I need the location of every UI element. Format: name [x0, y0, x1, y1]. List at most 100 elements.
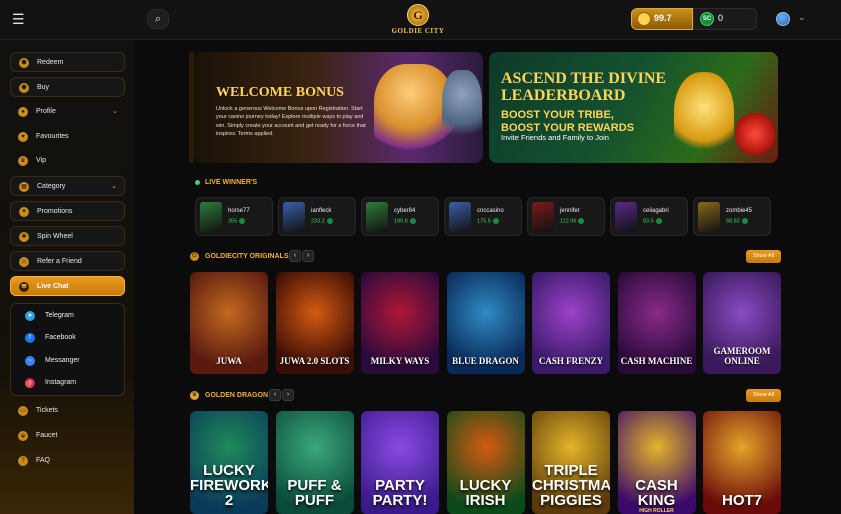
golden-dragon-next-button[interactable]: › [282, 389, 294, 401]
winner-amount: 175.5 [477, 218, 499, 224]
winner-amount-value: 355 [228, 218, 238, 225]
sidebar-item-label: Tickets [36, 407, 58, 414]
game-tile[interactable]: MILKY WAYS [361, 272, 439, 374]
sweeps-coin-icon [578, 218, 585, 224]
redeem-icon: ⬢ [19, 58, 29, 68]
winner-card[interactable]: celiagabri 83.5 [610, 197, 688, 236]
game-tile[interactable]: CASH MACHINE [617, 272, 696, 374]
sidebar-item-label: Faucet [36, 432, 58, 439]
sweeps-coin-icon [492, 218, 499, 224]
sidebar-item-label: FAQ [36, 457, 51, 464]
game-tile[interactable]: CASH KING HIGH ROLLER [617, 411, 696, 514]
menu-icon[interactable]: ☰ [12, 11, 30, 27]
winner-amount-value: 112.06 [560, 218, 577, 225]
game-tile[interactable]: LUCKY FIREWORKS 2 [190, 411, 268, 514]
winner-amount-value: 190.6 [394, 218, 408, 225]
originals-prev-button[interactable]: ‹ [289, 250, 301, 262]
search-button[interactable]: ⌕ [147, 9, 169, 29]
sidebar-item-label: Category [37, 183, 66, 190]
originals-show-all-button[interactable]: Show All [746, 250, 781, 263]
sidebar-item-vip[interactable]: ♛ Vip [10, 151, 125, 171]
game-tile[interactable]: TRIPLE CHRISTMAS PIGGIES [532, 411, 610, 514]
game-tile[interactable]: GAMEROOM ONLINE [703, 272, 781, 374]
winner-card[interactable]: cyber84 190.6 [361, 197, 439, 236]
winner-game-thumbnail [698, 202, 720, 232]
game-subtitle: HIGH ROLLER [639, 508, 674, 514]
game-tile[interactable]: HOT7 [703, 411, 781, 514]
originals-title: GOLDIECITY ORIGINALS [205, 253, 289, 260]
sidebar-item-refer-friend[interactable]: ☺ Refer a Friend [10, 251, 125, 271]
leaderboard-title-line2: LEADERBOARD [501, 87, 626, 104]
instagram-label: Instagram [45, 379, 77, 386]
game-tile[interactable]: LUCKY IRISH [446, 411, 525, 514]
winner-amount: 83.5 [643, 218, 662, 224]
welcome-bonus-title: WELCOME BONUS [216, 85, 344, 100]
search-icon: ⌕ [154, 13, 162, 25]
sidebar-item-faq[interactable]: ? FAQ [10, 451, 125, 471]
wheel-icon: ✺ [19, 232, 29, 242]
sidebar-item-tickets[interactable]: ▭ Tickets [10, 401, 125, 421]
sidebar-item-profile[interactable]: ● Profile ⌄ [10, 102, 125, 122]
sidebar-item-spin-wheel[interactable]: ✺ Spin Wheel [10, 226, 125, 246]
winner-name: ianfleck [311, 208, 332, 214]
messenger-icon: ~ [25, 356, 35, 366]
golden-dragon-prev-button[interactable]: ‹ [269, 389, 281, 401]
leaderboard-subtitle-line1: BOOST YOUR TRIBE, [501, 109, 614, 121]
game-title: PUFF & PUFF [287, 477, 342, 509]
logo[interactable]: G GOLDIE CITY [388, 2, 448, 38]
game-title: LUCKY FIREWORKS 2 [190, 462, 268, 509]
sidebar-item-buy[interactable]: ⬢ Buy [10, 77, 125, 97]
messenger-link[interactable]: ~ Messanger [11, 351, 126, 371]
winner-card[interactable]: zombie45 68.82 [693, 197, 771, 236]
winner-game-thumbnail [615, 202, 637, 232]
leaderboard-invite: Invite Friends and Family to Join [501, 133, 609, 142]
welcome-bonus-banner[interactable]: WELCOME BONUS Unlock a generous Welcome … [194, 52, 483, 163]
promotions-icon: ✦ [19, 207, 29, 217]
sidebar-item-redeem[interactable]: ⬢ Redeem [10, 52, 125, 72]
winner-card[interactable]: ianfleck 233.2 [278, 197, 356, 236]
avatar[interactable] [776, 12, 790, 26]
sidebar-item-faucet[interactable]: ⬙ Faucet [10, 426, 125, 446]
game-tile[interactable]: PUFF & PUFF [275, 411, 354, 514]
coin-icon: G [190, 252, 199, 261]
mascot-image [735, 110, 775, 158]
game-tile[interactable]: BLUE DRAGON [446, 272, 525, 374]
game-tile[interactable]: CASH FRENZY [532, 272, 610, 374]
sidebar-item-favourites[interactable]: ♥ Favourites [10, 127, 125, 147]
users-icon: ☺ [19, 257, 29, 267]
sidebar-item-promotions[interactable]: ✦ Promotions [10, 201, 125, 221]
game-tile[interactable]: JUWA 2.0 SLOTS [275, 272, 354, 374]
winner-card[interactable]: horse77 355 [195, 197, 273, 236]
live-chat-submenu: ➤ Telegram f Facebook ~ Messanger ◎ Inst… [10, 303, 125, 396]
top-bar: ☰ ⌕ G GOLDIE CITY 99.7 SC 0 ⌄ [0, 0, 841, 40]
crown-icon: ♛ [190, 391, 199, 400]
winner-amount: 68.82 [726, 218, 748, 224]
game-tile[interactable]: PARTY PARTY! [361, 411, 439, 514]
sidebar-item-label: Vip [36, 157, 46, 164]
sweeps-coin-balance[interactable]: SC 0 [693, 8, 757, 30]
facebook-label: Facebook [45, 334, 76, 341]
faucet-icon: ⬙ [18, 431, 28, 441]
winner-card[interactable]: jennifer 112.06 [527, 197, 605, 236]
sidebar-item-label: Promotions [37, 208, 73, 215]
telegram-link[interactable]: ➤ Telegram [11, 306, 126, 326]
sidebar-item-category[interactable]: ▦ Category ⌄ [10, 176, 125, 196]
sidebar-item-label: Profile [36, 108, 56, 115]
leaderboard-title-line1: ASCEND THE DIVINE [501, 70, 667, 87]
logo-emblem: G [407, 4, 429, 26]
golden-dragon-show-all-button[interactable]: Show All [746, 389, 781, 402]
game-title: CASH MACHINE [620, 356, 693, 366]
chat-icon: ✉ [19, 282, 29, 292]
chevron-down-icon[interactable]: ⌄ [798, 12, 806, 23]
winner-amount: 355 [228, 218, 246, 225]
sidebar-item-live-chat[interactable]: ✉ Live Chat [10, 276, 125, 296]
instagram-link[interactable]: ◎ Instagram [11, 373, 126, 393]
winner-card[interactable]: cnccasino 175.5 [444, 197, 522, 236]
leaderboard-banner[interactable]: ASCEND THE DIVINE LEADERBOARD BOOST YOUR… [489, 52, 778, 163]
facebook-link[interactable]: f Facebook [11, 328, 126, 348]
game-title: JUWA [216, 356, 242, 366]
originals-next-button[interactable]: › [302, 250, 314, 262]
game-tile[interactable]: JUWA [190, 272, 268, 374]
gold-coin-balance[interactable]: 99.7 [631, 8, 693, 30]
game-title: PARTY PARTY! [372, 477, 428, 509]
